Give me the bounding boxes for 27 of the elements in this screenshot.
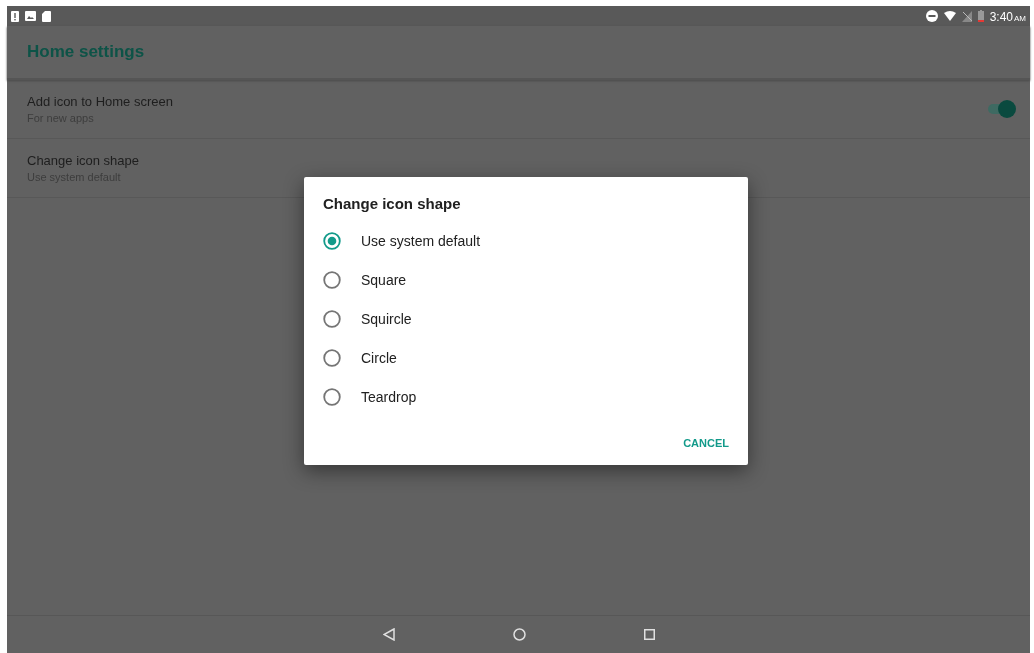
radio-button[interactable] <box>323 309 341 328</box>
option-label[interactable]: Squircle <box>361 310 412 327</box>
option-label[interactable]: Circle <box>361 349 397 366</box>
sd-card-icon <box>42 10 51 22</box>
wifi-icon <box>943 11 956 21</box>
recents-icon[interactable] <box>643 629 655 640</box>
setting-title: Change icon shape <box>27 153 141 168</box>
option-label[interactable]: Square <box>361 271 407 288</box>
status-ampm: AM <box>1014 14 1026 23</box>
radio-button[interactable] <box>323 387 341 406</box>
status-time: 3:40 <box>989 10 1013 24</box>
option-label[interactable]: Use system default <box>361 232 481 249</box>
dialog-title: Change icon shape <box>323 195 462 212</box>
alert-icon <box>11 10 19 22</box>
do-not-disturb-icon <box>925 10 938 22</box>
home-icon[interactable] <box>512 628 526 641</box>
toggle-switch[interactable] <box>986 99 1016 119</box>
setting-title: Add icon to Home screen <box>27 94 174 109</box>
option-label[interactable]: Teardrop <box>361 388 417 405</box>
back-icon[interactable] <box>382 628 395 641</box>
page-title: Home settings <box>27 42 145 62</box>
radio-button[interactable] <box>323 348 341 367</box>
image-icon <box>25 11 36 21</box>
radio-button[interactable] <box>323 231 341 250</box>
no-signal-icon <box>961 10 972 22</box>
radio-button[interactable] <box>323 270 341 289</box>
battery-icon <box>977 10 984 22</box>
